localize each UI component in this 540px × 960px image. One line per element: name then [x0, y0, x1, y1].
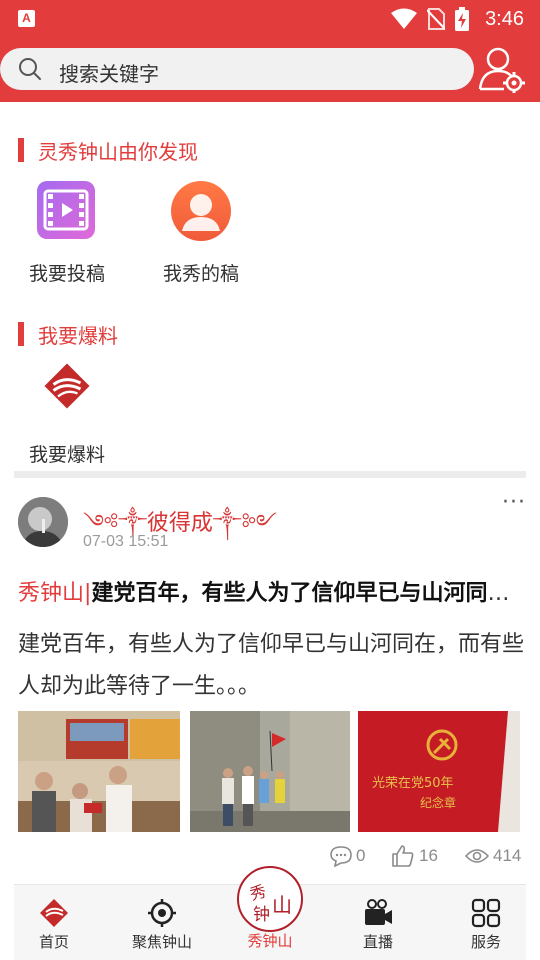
submit-article-label: 我要投稿	[28, 263, 105, 285]
search-input[interactable]: 搜索关键字	[0, 48, 474, 90]
tab-xiuzhongshan[interactable]: 秀 钟 山	[237, 866, 303, 932]
status-bar: A 3:46	[0, 0, 540, 38]
medal-text-line2: 纪念章	[420, 795, 456, 810]
post-image-3[interactable]: 光荣在党50年 纪念章	[358, 711, 520, 832]
live-camera-icon	[365, 899, 392, 925]
thumbs-up-icon	[392, 845, 414, 867]
clock: 3:46	[485, 7, 524, 30]
user-settings-button[interactable]	[478, 45, 528, 94]
my-posts-label: 我秀的稿	[162, 263, 239, 285]
like-button[interactable]: 16	[391, 843, 438, 869]
search-icon	[19, 58, 41, 80]
xiuzhongshan-seal-icon: 秀 钟 山	[240, 869, 300, 929]
report-logo-icon	[44, 363, 90, 409]
my-posts-icon	[171, 181, 231, 241]
focus-icon	[148, 899, 176, 927]
like-count: 16	[419, 846, 438, 865]
video-submit-icon	[37, 181, 95, 239]
discover-section-title: 灵秀钟山由你发现	[18, 137, 198, 164]
no-sim-icon	[427, 8, 446, 30]
tab-home[interactable]: 首页	[4, 885, 104, 960]
my-posts-button[interactable]: 我秀的稿	[151, 179, 251, 286]
post-image-2[interactable]	[190, 711, 350, 832]
tab-live[interactable]: 直播	[328, 885, 428, 960]
header: 搜索关键字	[0, 38, 540, 102]
post-title[interactable]: 秀钟山|建党百年，有些人为了信仰早已与山河同在，而有些人却为此等待了一生。。。	[18, 575, 524, 607]
tab-focus[interactable]: 聚焦钟山	[112, 885, 212, 960]
tab-xiuzhongshan-label: 秀钟山	[247, 932, 293, 950]
medal-text-line1: 光荣在党50年	[372, 776, 454, 791]
comment-count: 0	[356, 846, 366, 865]
battery-charging-icon	[455, 7, 470, 31]
wifi-icon	[391, 8, 418, 29]
comment-icon	[330, 846, 352, 867]
submit-article-button[interactable]: 我要投稿	[17, 179, 117, 286]
view-count: 414	[465, 843, 521, 869]
home-logo-icon	[40, 899, 68, 927]
view-count-value: 414	[493, 846, 522, 865]
services-grid-icon	[471, 898, 501, 928]
party-medal-box-photo: 光荣在党50年 纪念章	[358, 711, 520, 832]
street-walk-photo	[190, 711, 350, 832]
post-image-1[interactable]	[18, 711, 180, 832]
search-placeholder: 搜索关键字	[59, 62, 159, 86]
report-news-button[interactable]: 我要爆料	[17, 362, 117, 467]
medal-presentation-photo	[18, 711, 180, 832]
svg-text:钟: 钟	[253, 905, 270, 925]
more-options-button[interactable]: ···	[502, 490, 526, 515]
post-headline: 建党百年，有些人为了信仰早已与山河同在，而有些人却为此等待了一生。。。	[91, 581, 524, 606]
report-section-title: 我要爆料	[18, 321, 118, 348]
comment-count-button[interactable]: 0	[330, 843, 365, 869]
user-settings-icon	[478, 47, 525, 94]
eye-icon	[465, 849, 489, 863]
app-notification-icon: A	[18, 10, 35, 27]
report-news-label: 我要爆料	[28, 444, 105, 466]
post-time: 07-03 15:51	[83, 533, 169, 550]
svg-text:山: 山	[272, 893, 292, 917]
post-channel-tag: 秀钟山	[18, 581, 85, 606]
tab-services[interactable]: 服务	[436, 885, 536, 960]
section-divider	[14, 471, 526, 478]
author-avatar[interactable]	[18, 497, 68, 547]
post-summary[interactable]: 建党百年，有些人为了信仰早已与山河同在，而有些人却为此等待了一生。。。	[18, 624, 524, 708]
